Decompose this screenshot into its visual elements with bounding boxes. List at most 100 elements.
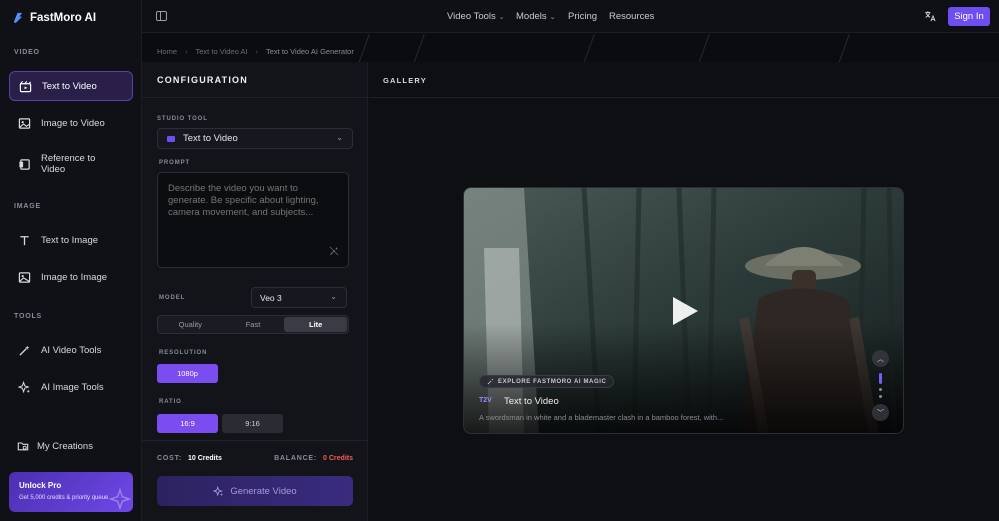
- video-preview[interactable]: EXPLORE FASTMORO AI MAGIC T2V Text to Vi…: [463, 187, 904, 434]
- sidebar-item-text-to-image[interactable]: Text to Image: [9, 227, 133, 253]
- chevron-down-icon: ⌄: [549, 13, 556, 21]
- ratio-9-16-button[interactable]: 9:16: [222, 414, 283, 433]
- translate-icon[interactable]: [924, 10, 936, 22]
- sidebar-item-label: Text to Video: [42, 80, 97, 92]
- ratio-label: RATIO: [159, 399, 182, 405]
- generate-video-label: Generate Video: [230, 485, 297, 497]
- sidebar-item-text-to-video[interactable]: Text to Video: [9, 71, 133, 101]
- cost-row: COST: 10 Credits BALANCE: 0 Credits: [157, 455, 353, 462]
- decorative-streak: [355, 34, 370, 62]
- chevron-down-icon: ﹀: [877, 409, 884, 417]
- sidebar-item-image-to-video[interactable]: Image to Video: [9, 110, 133, 136]
- wand-icon: [18, 344, 31, 357]
- video-title: Text to Video: [504, 396, 559, 407]
- breadcrumb-text-to-video-ai[interactable]: Text to Video AI: [196, 47, 248, 56]
- sidebar-item-ai-video-tools[interactable]: AI Video Tools: [9, 337, 133, 363]
- panel-toggle-icon[interactable]: [156, 11, 167, 21]
- next-button[interactable]: ﹀: [872, 404, 889, 421]
- text-icon: [18, 234, 31, 247]
- brand-logo-icon: [13, 12, 23, 24]
- video-icon: [167, 135, 175, 142]
- star-icon: [109, 488, 131, 510]
- brand-name: FastMoro AI: [30, 11, 97, 24]
- studio-tool-label: STUDIO TOOL: [157, 116, 208, 122]
- carousel-dot[interactable]: [879, 395, 882, 398]
- model-value: Veo 3: [260, 292, 282, 303]
- my-creations-link[interactable]: My Creations: [17, 440, 93, 452]
- gallery-title: GALLERY: [369, 62, 999, 98]
- quality-option-fast[interactable]: Fast: [222, 317, 285, 332]
- nav-models[interactable]: Models ⌄: [516, 11, 556, 22]
- resolution-1080p-button[interactable]: 1080p: [157, 364, 218, 383]
- sidebar-item-image-to-image[interactable]: Image to Image: [9, 264, 133, 290]
- configuration-panel: CONFIGURATION STUDIO TOOL Text to Video …: [142, 62, 368, 521]
- breadcrumb: Home › Text to Video AI › Text to Video …: [157, 47, 354, 56]
- sparkle-icon: [213, 485, 224, 496]
- chevron-up-icon: ︿: [877, 355, 884, 363]
- pro-title: Unlock Pro: [19, 481, 62, 490]
- sidebar-item-label: AI Video Tools: [41, 344, 102, 356]
- video-description: A swordsman in white and a blademaster c…: [479, 413, 724, 422]
- sidebar: FastMoro AI VIDEO Text to Video Image to…: [0, 0, 142, 521]
- breadcrumb-strip: Home › Text to Video AI › Text to Video …: [142, 33, 999, 62]
- nav-video-tools[interactable]: Video Tools ⌄: [447, 11, 505, 22]
- breadcrumb-current: Text to Video AI Generator: [266, 47, 354, 56]
- reference-icon: [18, 158, 31, 171]
- chevron-down-icon: ⌄: [336, 133, 343, 142]
- sidebar-item-label: AI Image Tools: [41, 381, 104, 393]
- my-creations-label: My Creations: [37, 440, 93, 452]
- explore-tag: EXPLORE FASTMORO AI MAGIC: [479, 375, 615, 388]
- pro-subtitle: Get 5,000 credits & priority queue: [19, 495, 109, 501]
- sidebar-item-label: Text to Image: [41, 234, 99, 246]
- sparkle-icon: [18, 380, 31, 394]
- decorative-streak: [835, 34, 850, 62]
- divider: [142, 440, 367, 441]
- unlock-pro-card[interactable]: Unlock Pro Get 5,000 credits & priority …: [9, 472, 133, 512]
- breadcrumb-home[interactable]: Home: [157, 47, 177, 56]
- nav-pricing[interactable]: Pricing: [568, 11, 597, 22]
- nav-label: Pricing: [568, 11, 598, 22]
- top-bar: Video Tools ⌄ Models ⌄ Pricing Resources S…: [142, 0, 999, 33]
- carousel-dot-active[interactable]: [879, 373, 882, 384]
- play-icon[interactable]: [669, 294, 701, 328]
- balance-value: 0 Credits: [323, 455, 353, 462]
- resolution-label: RESOLUTION: [159, 350, 208, 356]
- quality-option-quality[interactable]: Quality: [159, 317, 222, 332]
- nav-resources[interactable]: Resources: [609, 11, 654, 22]
- sidebar-item-reference-to-video[interactable]: Reference to Video: [9, 149, 133, 179]
- explore-tag-label: EXPLORE FASTMORO AI MAGIC: [498, 378, 607, 385]
- image-icon: [18, 117, 31, 130]
- sign-in-button[interactable]: Sign In: [948, 7, 990, 26]
- section-video: VIDEO: [14, 49, 40, 56]
- generate-video-button[interactable]: Generate Video: [157, 476, 353, 506]
- nav-label: Models: [516, 11, 547, 22]
- chevron-down-icon: ⌄: [498, 13, 505, 21]
- section-tools: TOOLS: [14, 313, 42, 320]
- sidebar-item-label: Image to Image: [41, 271, 108, 283]
- clapperboard-icon: [19, 80, 32, 93]
- prompt-label: PROMPT: [159, 160, 191, 166]
- studio-tool-select[interactable]: Text to Video ⌄: [157, 128, 353, 149]
- configuration-title: CONFIGURATION: [142, 62, 367, 98]
- carousel-dot[interactable]: [879, 388, 882, 391]
- prompt-input[interactable]: [157, 172, 349, 268]
- sidebar-item-label: Reference to Video: [41, 153, 96, 175]
- sidebar-item-label: Image to Video: [41, 117, 105, 129]
- model-select[interactable]: Veo 3 ⌄: [251, 287, 347, 308]
- quality-option-lite[interactable]: Lite: [284, 317, 348, 332]
- decorative-streak: [410, 34, 425, 62]
- image-edit-icon: [18, 271, 31, 284]
- cost-label: COST:: [157, 455, 182, 462]
- model-label: MODEL: [159, 295, 186, 301]
- decorative-streak: [695, 34, 710, 62]
- folder-icon: [17, 442, 29, 451]
- nav-label: Resources: [609, 11, 655, 22]
- balance-label: BALANCE:: [274, 455, 318, 462]
- breadcrumb-separator: ›: [255, 47, 259, 56]
- section-image: IMAGE: [14, 203, 41, 210]
- brand[interactable]: FastMoro AI: [11, 11, 96, 24]
- magic-wand-icon[interactable]: [329, 246, 339, 256]
- ratio-16-9-button[interactable]: 16:9: [157, 414, 218, 433]
- previous-button[interactable]: ︿: [872, 350, 889, 367]
- sidebar-item-ai-image-tools[interactable]: AI Image Tools: [9, 374, 133, 400]
